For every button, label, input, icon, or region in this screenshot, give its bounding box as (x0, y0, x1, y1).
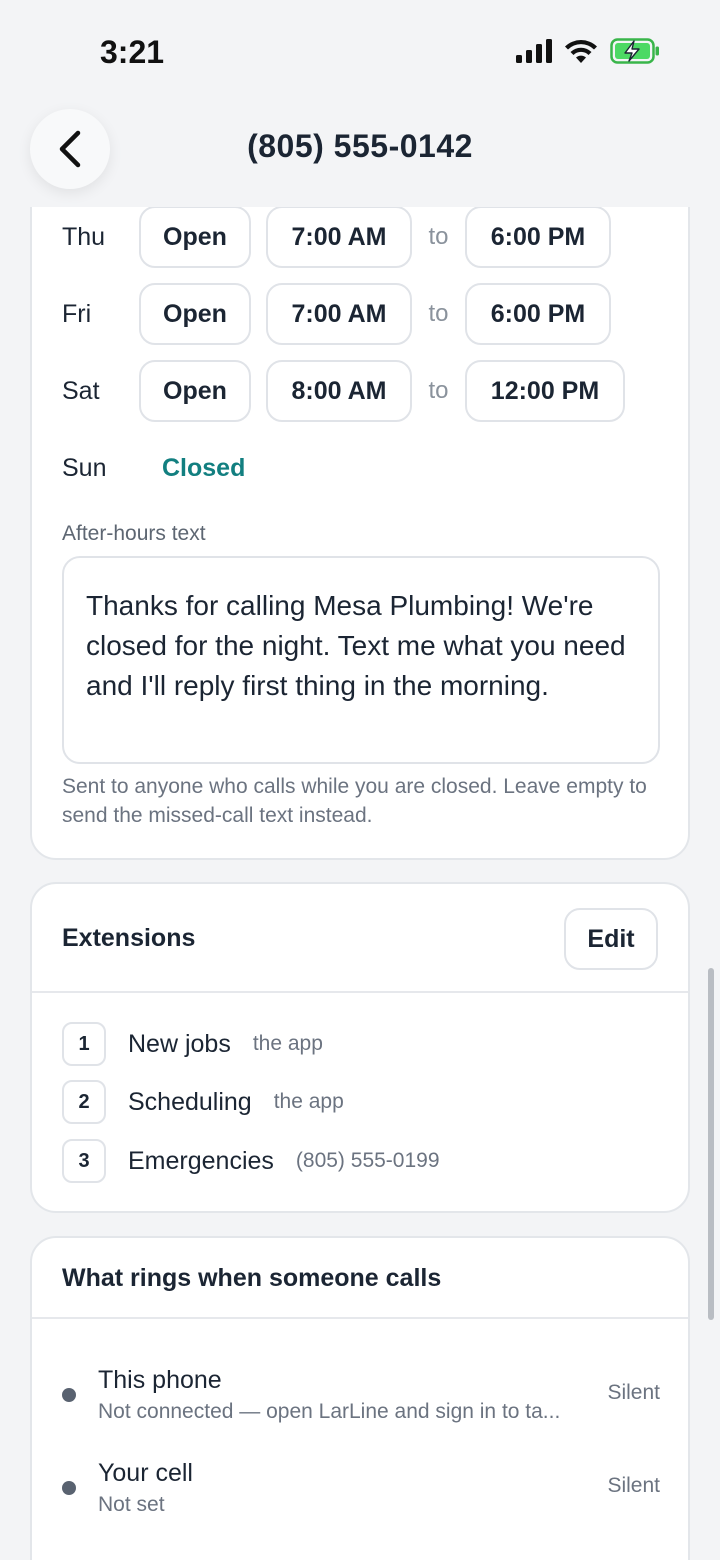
extensions-title: Extensions (62, 924, 196, 952)
closed-toggle[interactable]: Closed (162, 454, 245, 483)
extension-name: New jobs (128, 1029, 231, 1058)
ring-target-detail: Not connected — open LarLine and sign in… (98, 1400, 561, 1423)
ring-targets-title: What rings when someone calls (62, 1264, 442, 1292)
wifi-icon (565, 40, 597, 63)
extensions-card: Extensions Edit 1 New jobs the app 2 Sch… (30, 882, 690, 1213)
hours-row-fri: Fri Open 7:00 AM to 6:00 PM (62, 283, 611, 345)
end-time-button[interactable]: 12:00 PM (465, 360, 625, 422)
ring-target-item[interactable]: Your cell Not set Silent (62, 1459, 660, 1529)
open-state-button[interactable]: Open (139, 206, 251, 268)
hours-row-thu: Thu Open 7:00 AM to 6:00 PM (62, 206, 611, 268)
business-hours-card: Thu Open 7:00 AM to 6:00 PM Fri Open 7:0… (30, 150, 690, 860)
day-label: Sun (62, 453, 107, 482)
start-time-button[interactable]: 7:00 AM (266, 283, 412, 345)
extension-number-badge: 3 (62, 1139, 106, 1183)
divider (32, 1317, 688, 1319)
extension-number-badge: 2 (62, 1080, 106, 1124)
extension-item[interactable]: 3 Emergencies (805) 555-0199 (62, 1139, 440, 1183)
day-label: Thu (62, 222, 106, 251)
extension-item[interactable]: 2 Scheduling the app (62, 1080, 344, 1124)
start-time-button[interactable]: 7:00 AM (266, 206, 412, 268)
open-state-button[interactable]: Open (139, 283, 251, 345)
extension-name: Emergencies (128, 1146, 274, 1175)
ring-target-detail: Not set (98, 1493, 165, 1516)
extension-target: the app (252, 1032, 323, 1055)
ring-target-status: Silent (607, 1381, 660, 1404)
page-title: (805) 555-0142 (247, 128, 473, 164)
end-time-button[interactable]: 6:00 PM (465, 283, 611, 345)
status-time: 3:21 (100, 34, 165, 70)
scroll-content[interactable]: Thu Open 7:00 AM to 6:00 PM Fri Open 7:0… (0, 0, 720, 1560)
divider (32, 991, 688, 993)
after-hours-help-text: Sent to anyone who calls while you are c… (62, 775, 647, 827)
battery-charging-icon (610, 38, 659, 64)
day-label: Sat (62, 376, 100, 405)
to-label: to (428, 377, 449, 404)
extension-target: (805) 555-0199 (295, 1149, 440, 1172)
extension-item[interactable]: 1 New jobs the app (62, 1022, 323, 1066)
status-dot (62, 1481, 76, 1495)
status-icons (516, 38, 660, 64)
status-dot (62, 1388, 76, 1402)
after-hours-text-field[interactable]: Thanks for calling Mesa Plumbing! We're … (62, 556, 660, 764)
start-time-button[interactable]: 8:00 AM (266, 360, 412, 422)
hours-row-sun: Sun Closed (62, 437, 245, 499)
ring-target-name: Your cell (98, 1459, 193, 1487)
after-hours-label: After-hours text (62, 522, 206, 545)
ring-target-status: Silent (607, 1474, 660, 1497)
ring-target-name: This phone (98, 1366, 222, 1394)
extension-target: the app (273, 1090, 344, 1113)
day-label: Fri (62, 299, 92, 328)
ring-target-item[interactable]: This phone Not connected — open LarLine … (62, 1366, 660, 1436)
signal-icon (516, 39, 552, 63)
to-label: to (428, 300, 449, 327)
ring-targets-card: What rings when someone calls This phone… (30, 1236, 690, 1560)
extension-number-badge: 1 (62, 1022, 106, 1066)
to-label: to (428, 223, 449, 250)
extension-name: Scheduling (128, 1087, 252, 1116)
scrollbar[interactable] (708, 968, 714, 1320)
end-time-button[interactable]: 6:00 PM (465, 206, 611, 268)
edit-extensions-button[interactable]: Edit (564, 908, 658, 970)
hours-row-sat: Sat Open 8:00 AM to 12:00 PM (62, 360, 625, 422)
open-state-button[interactable]: Open (139, 360, 251, 422)
status-bar: 3:21 (0, 0, 720, 100)
